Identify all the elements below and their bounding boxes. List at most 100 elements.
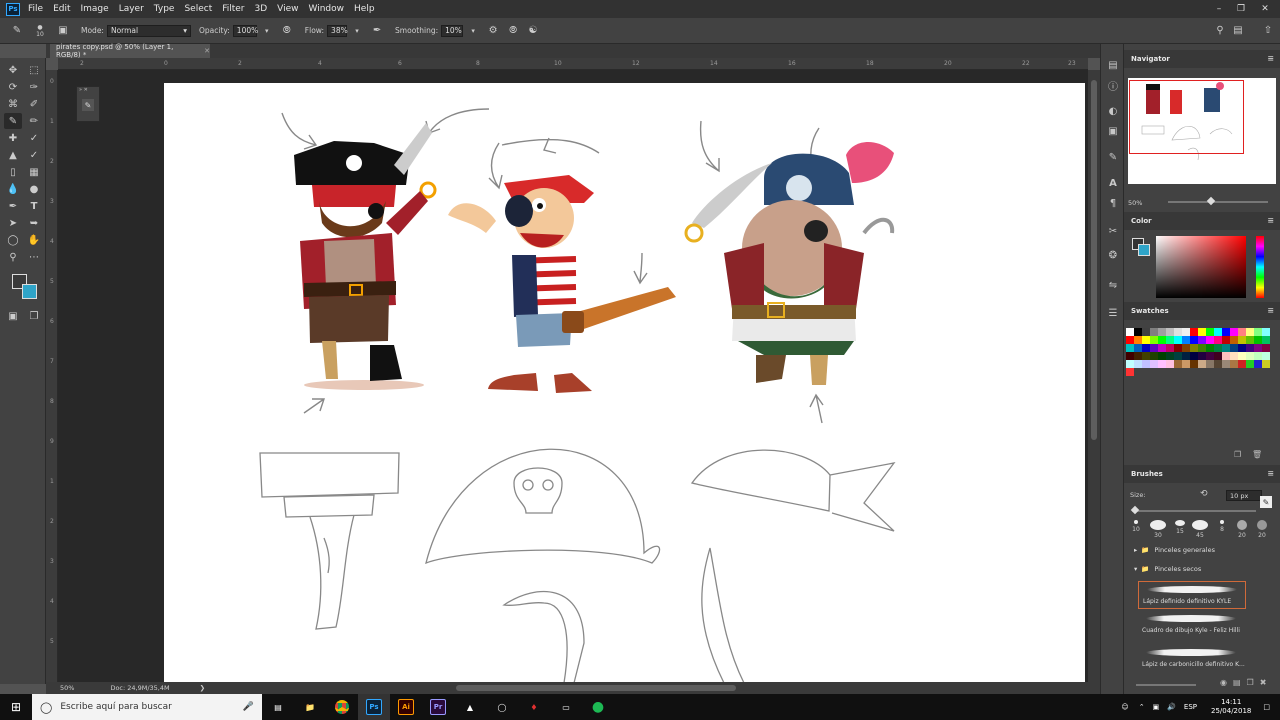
brush-tool-icon[interactable]: ✎	[4, 113, 22, 129]
color-swatch[interactable]	[1190, 352, 1198, 360]
share-icon[interactable]: ⇧	[1261, 24, 1275, 38]
brush-settings-icon[interactable]: ✎	[82, 99, 94, 111]
color-swatch[interactable]	[1142, 336, 1150, 344]
airbrush-icon[interactable]: ✒	[370, 24, 384, 38]
color-swatch[interactable]	[1158, 344, 1166, 352]
color-swatch[interactable]	[1222, 336, 1230, 344]
styles-icon[interactable]: ▣	[1106, 124, 1120, 138]
navigator-thumbnail[interactable]	[1128, 78, 1276, 184]
new-group-icon[interactable]: ▤	[1233, 678, 1247, 687]
hue-slider[interactable]	[1256, 236, 1264, 298]
zoom-tool-icon[interactable]: ⚲	[4, 249, 22, 265]
color-swatch[interactable]	[1182, 344, 1190, 352]
channels-icon[interactable]: ⇋	[1106, 278, 1120, 292]
brush-size-field[interactable]: 10 px	[1226, 490, 1262, 501]
brush-tip-4[interactable]: 45	[1190, 520, 1210, 539]
panel-menu-icon[interactable]: ≡	[1267, 54, 1274, 63]
color-bg-swatch[interactable]	[1138, 244, 1150, 256]
color-swatch[interactable]	[1254, 328, 1262, 336]
close-icon[interactable]: ✕	[1254, 0, 1276, 18]
color-swatch[interactable]	[1238, 352, 1246, 360]
pinned-app-icon[interactable]: ▭	[550, 694, 582, 720]
pencil-tool-icon[interactable]: ✏	[25, 113, 43, 129]
color-swatch[interactable]	[1182, 336, 1190, 344]
gear-icon[interactable]: ⚙	[486, 24, 500, 38]
color-swatch[interactable]	[1214, 352, 1222, 360]
color-swatch[interactable]	[1174, 328, 1182, 336]
brush-tip-7[interactable]: 20	[1252, 520, 1272, 539]
brush-presets-icon[interactable]: ✎	[1106, 150, 1120, 164]
brush-size-slider[interactable]	[1130, 505, 1256, 515]
panel-menu-icon[interactable]: ≡	[1267, 216, 1274, 225]
color-swatch[interactable]	[1166, 336, 1174, 344]
panel-menu-icon[interactable]: ≡	[1267, 469, 1274, 478]
color-swatch[interactable]	[1142, 328, 1150, 336]
menu-3d[interactable]: 3D	[255, 4, 268, 14]
visibility-icon[interactable]: ◉	[1220, 678, 1233, 687]
trash-icon[interactable]: 🗑	[1252, 450, 1262, 459]
premiere-taskbar-icon[interactable]: Pr	[422, 694, 454, 720]
info-icon[interactable]: ⓘ	[1106, 78, 1120, 93]
smoothing-field[interactable]: 10%	[441, 24, 464, 37]
menu-view[interactable]: View	[277, 4, 298, 14]
color-swatch[interactable]	[1198, 336, 1206, 344]
color-swatch[interactable]	[1166, 352, 1174, 360]
color-swatch[interactable]	[1174, 336, 1182, 344]
spotify-icon[interactable]: ●	[582, 694, 614, 720]
clone-source-icon[interactable]: ❂	[1106, 248, 1120, 262]
navigator-view-box[interactable]	[1129, 80, 1244, 154]
trash-icon[interactable]: ✖	[1260, 678, 1273, 687]
path-select-icon[interactable]: ➤	[4, 215, 22, 231]
menu-window[interactable]: Window	[309, 4, 345, 14]
clock[interactable]: 14:11 25/04/2018	[1211, 698, 1251, 716]
background-color-swatch[interactable]	[22, 284, 37, 299]
color-swatch[interactable]	[1134, 336, 1142, 344]
history-brush-icon[interactable]: ✓	[25, 130, 43, 146]
color-swatch[interactable]	[1126, 336, 1134, 344]
brush-tool-icon[interactable]: ✎	[10, 24, 24, 38]
language-indicator[interactable]: ESP	[1184, 703, 1197, 711]
new-brush-icon[interactable]: ❐	[1247, 678, 1260, 687]
color-swatch[interactable]	[1206, 336, 1214, 344]
marquee-tool-icon[interactable]: ⬚	[25, 62, 43, 78]
doc-size-info[interactable]: Doc: 24,9M/35,4M	[110, 684, 169, 692]
color-swatch[interactable]	[1246, 328, 1254, 336]
type-tool-icon[interactable]: T	[25, 198, 43, 214]
menu-help[interactable]: Help	[354, 4, 375, 14]
layers-icon[interactable]: ☰	[1106, 306, 1120, 320]
pen-tool-icon[interactable]: ✒	[4, 198, 22, 214]
brush-tip-6[interactable]: 20	[1232, 520, 1252, 539]
color-swatch[interactable]	[1190, 360, 1198, 368]
color-swatch[interactable]	[1214, 336, 1222, 344]
color-swatch[interactable]	[1126, 360, 1134, 368]
color-swatch[interactable]	[1238, 328, 1246, 336]
color-swatch[interactable]	[1246, 336, 1254, 344]
pinned-app-icon[interactable]: ▲	[454, 694, 486, 720]
color-swatch[interactable]	[1198, 328, 1206, 336]
color-swatch[interactable]	[1222, 352, 1230, 360]
vertical-scrollbar[interactable]	[1088, 70, 1100, 682]
taskbar-search[interactable]: ◯ Escribe aquí para buscar 🎤	[32, 694, 262, 720]
color-swatch[interactable]	[1150, 344, 1158, 352]
task-view-icon[interactable]: ▤	[262, 694, 294, 720]
color-swatch[interactable]	[1174, 352, 1182, 360]
menu-select[interactable]: Select	[184, 4, 212, 14]
color-swatch[interactable]	[1206, 344, 1214, 352]
notifications-icon[interactable]: □	[1263, 703, 1270, 711]
workspace-icon[interactable]: ▤	[1231, 24, 1245, 38]
brush-tip-5[interactable]: 8	[1212, 520, 1232, 533]
brush-folder-dry[interactable]: ▾ 📁 Pinceles secos	[1124, 560, 1280, 578]
scroll-thumb[interactable]	[1091, 80, 1097, 440]
brush-preset-2[interactable]: Cuadro de dibujo Kyle - Feliz Hilli	[1138, 611, 1246, 639]
navigator-panel-header[interactable]: Navigator ≡	[1124, 50, 1280, 68]
menu-filter[interactable]: Filter	[222, 4, 244, 14]
color-swatch[interactable]	[1134, 352, 1142, 360]
quick-mask-icon[interactable]: ▣	[4, 308, 22, 324]
color-swatch[interactable]	[1222, 328, 1230, 336]
color-swatch[interactable]	[1254, 352, 1262, 360]
pressure-size-icon[interactable]: ⦾	[506, 24, 520, 38]
color-swatch[interactable]	[1238, 344, 1246, 352]
color-swatch[interactable]	[1166, 328, 1174, 336]
swatches-panel-header[interactable]: Swatches ≡	[1124, 302, 1280, 320]
color-swatch[interactable]	[1142, 360, 1150, 368]
